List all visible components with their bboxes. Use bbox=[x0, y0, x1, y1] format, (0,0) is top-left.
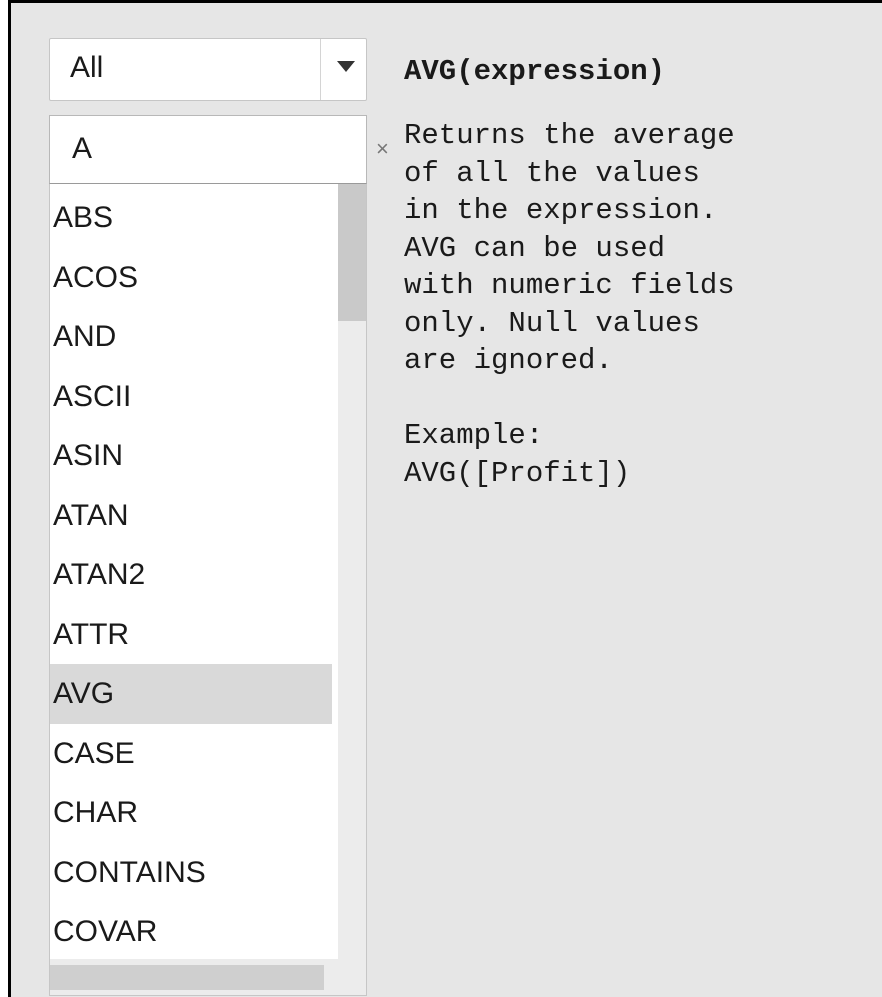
example-code: AVG([Profit]) bbox=[404, 456, 631, 490]
function-list-item[interactable]: CASE bbox=[50, 724, 332, 784]
description-line: are ignored. bbox=[404, 344, 613, 377]
function-list-item[interactable]: ATAN bbox=[50, 486, 332, 546]
function-description: AVG(expression) Returns the average of al… bbox=[404, 55, 882, 492]
category-dropdown-value: All bbox=[70, 51, 104, 84]
function-list-item[interactable]: ASCII bbox=[50, 367, 332, 427]
function-list-items: ABS ACOS AND ASCII ASIN ATAN ATAN2 ATTR AVG CASE C… bbox=[50, 188, 332, 962]
clear-search-icon[interactable]: × bbox=[376, 138, 389, 160]
function-list-item[interactable]: AND bbox=[50, 307, 332, 367]
description-line: only. Null values bbox=[404, 306, 700, 340]
dropdown-divider bbox=[320, 39, 321, 100]
horizontal-scrollbar[interactable] bbox=[50, 959, 366, 995]
function-list-item[interactable]: COVAR bbox=[50, 902, 332, 962]
description-line: of all the values bbox=[404, 156, 700, 190]
function-list-item[interactable]: CHAR bbox=[50, 783, 332, 843]
vertical-scrollbar-thumb[interactable] bbox=[338, 184, 366, 321]
function-list-item[interactable]: CONTAINS bbox=[50, 843, 332, 903]
example-label: Example: bbox=[404, 419, 544, 452]
category-dropdown[interactable]: All bbox=[49, 38, 367, 101]
function-search-box[interactable]: × bbox=[49, 115, 389, 184]
description-line: in the expression. bbox=[404, 194, 718, 227]
function-list-item[interactable]: ABS bbox=[50, 188, 332, 248]
function-list-item[interactable]: ATTR bbox=[50, 605, 332, 665]
function-panel: All × ABSACOSANDASCIIASINATANATAN2ATTRAV… bbox=[8, 0, 882, 997]
function-list-item[interactable]: ACOS bbox=[50, 248, 332, 308]
description-text: Returns the average of all the values in t… bbox=[404, 117, 882, 380]
description-line: with numeric fields bbox=[404, 269, 735, 302]
description-line: Returns the average bbox=[404, 119, 735, 152]
horizontal-scrollbar-thumb[interactable] bbox=[50, 965, 324, 990]
function-list-item[interactable]: AVG bbox=[50, 664, 332, 724]
function-list: ABS ACOS AND ASCII ASIN ATAN ATAN2 ATTR AVG CASE C… bbox=[49, 184, 367, 996]
function-list-item[interactable]: ATAN2 bbox=[50, 545, 332, 605]
vertical-scrollbar[interactable] bbox=[338, 184, 366, 959]
function-list-item[interactable]: ASIN bbox=[50, 426, 332, 486]
chevron-down-icon[interactable] bbox=[337, 61, 355, 72]
function-search-input[interactable] bbox=[72, 132, 312, 166]
description-line: AVG can be used bbox=[404, 231, 666, 265]
function-signature: AVG(expression) bbox=[404, 55, 666, 88]
